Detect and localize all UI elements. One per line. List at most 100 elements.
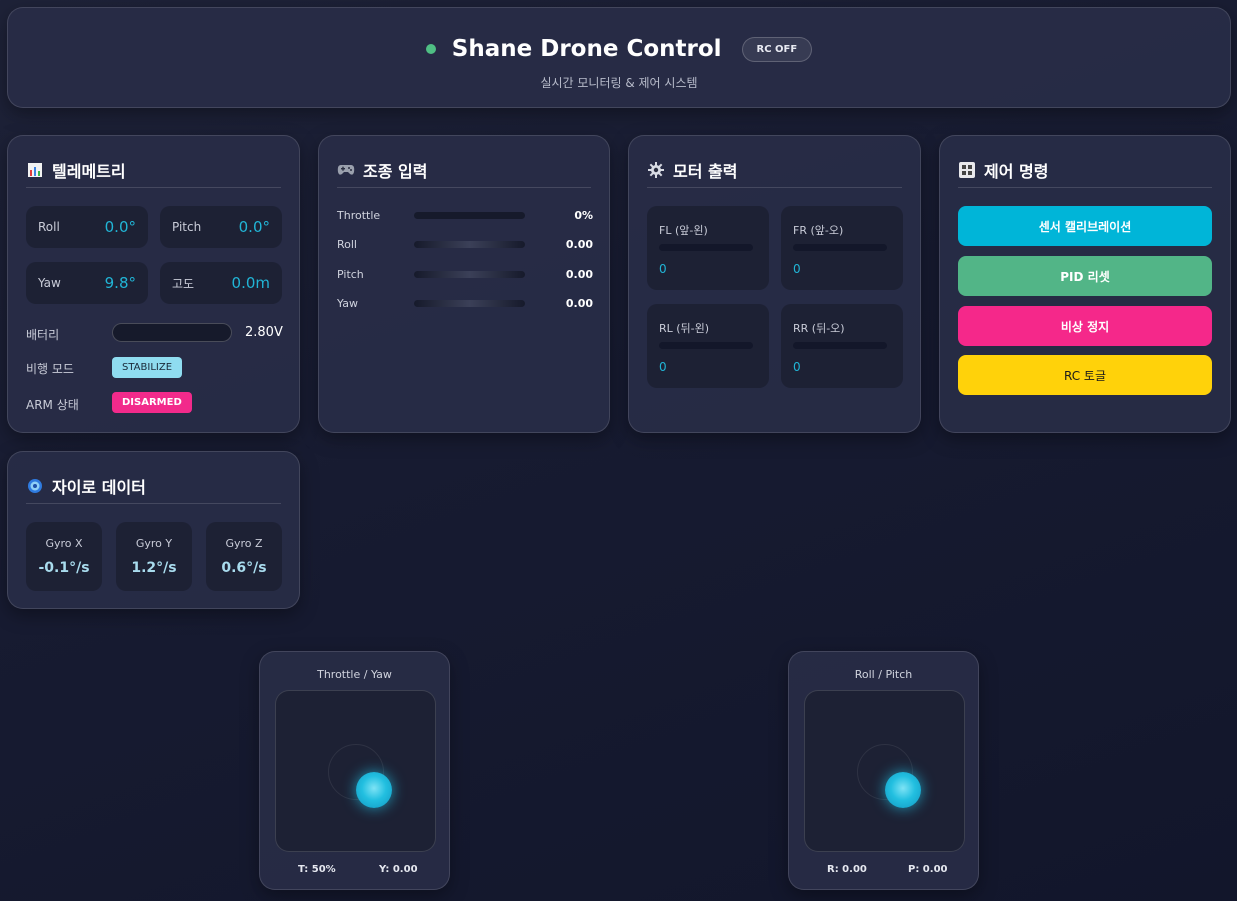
gyro-x-label: Gyro X bbox=[45, 537, 83, 550]
roll-readout: Roll 0.0° bbox=[26, 206, 148, 248]
roll-input-row: Roll 0.00 bbox=[337, 236, 593, 252]
gyro-z-readout: Gyro Z 0.6°/s bbox=[206, 522, 282, 591]
control-panel-icon bbox=[958, 161, 976, 179]
yaw-label: Yaw bbox=[38, 276, 61, 290]
flight-mode-badge: STABILIZE bbox=[112, 357, 183, 378]
gyro-title-text: 자이로 데이터 bbox=[52, 478, 146, 497]
gyro-x-value: -0.1°/s bbox=[38, 560, 90, 576]
commands-title-text: 제어 명령 bbox=[984, 162, 1049, 181]
emergency-stop-button[interactable]: 비상 정지 bbox=[958, 306, 1212, 346]
app-subtitle: 실시간 모니터링 & 제어 시스템 bbox=[540, 76, 698, 90]
yaw-input-value: 0.00 bbox=[565, 296, 593, 310]
gyro-y-value: 1.2°/s bbox=[131, 560, 177, 576]
yaw-input-bar bbox=[414, 299, 525, 307]
motor-fl-value: 0 bbox=[659, 262, 667, 276]
gyro-z-label: Gyro Z bbox=[225, 537, 263, 550]
yaw-value: 9.8° bbox=[104, 274, 136, 292]
roll-input-label: Roll bbox=[337, 237, 357, 251]
motor-rr-value: 0 bbox=[793, 360, 801, 374]
roll-label: Roll bbox=[38, 220, 60, 234]
altitude-label: 고도 bbox=[172, 276, 195, 291]
motor-output-title-text: 모터 출력 bbox=[673, 162, 738, 181]
bar-chart-icon bbox=[26, 161, 44, 179]
pitch-label: Pitch bbox=[172, 220, 202, 234]
commands-panel: 제어 명령 센서 캘리브레이션 PID 리셋 비상 정지 RC 토글 bbox=[939, 135, 1231, 433]
roll-input-value: 0.00 bbox=[565, 237, 593, 251]
roll-input-bar bbox=[414, 240, 525, 248]
motor-fr-value: 0 bbox=[793, 262, 801, 276]
yaw-readout: Yaw 9.8° bbox=[26, 262, 148, 304]
throttle-input-row: Throttle 0% bbox=[337, 207, 593, 223]
throttle-yaw-joystick-title: Throttle / Yaw bbox=[317, 668, 392, 681]
pitch-input-row: Pitch 0.00 bbox=[337, 266, 593, 282]
motor-rl-value: 0 bbox=[659, 360, 667, 374]
header-panel: Shane Drone Control RC OFF 실시간 모니터링 & 제어… bbox=[7, 7, 1231, 108]
yaw-input-label: Yaw bbox=[337, 296, 358, 310]
arm-state-badge: DISARMED bbox=[112, 392, 192, 413]
motor-fr-label: FR (앞-오) bbox=[793, 224, 844, 237]
control-input-panel: 조종 입력 Throttle 0% Roll 0.00 Pitch 0.00 Y… bbox=[318, 135, 610, 433]
divider bbox=[337, 187, 591, 188]
control-input-title-text: 조종 입력 bbox=[363, 162, 428, 181]
motor-output-panel: 모터 출력 FL (앞-왼) 0 FR (앞-오) 0 RL (뒤-왼) 0 R… bbox=[628, 135, 921, 433]
motor-fl-bar bbox=[659, 244, 753, 251]
throttle-yaw-joystick-pad[interactable] bbox=[275, 690, 436, 852]
battery-value: 2.80V bbox=[245, 325, 283, 340]
motor-output-title: 모터 출력 bbox=[647, 158, 737, 182]
motor-rl: RL (뒤-왼) 0 bbox=[647, 304, 769, 388]
roll-pitch-joystick-panel: Roll / Pitch R: 0.00 P: 0.00 bbox=[788, 651, 979, 890]
roll-pitch-joystick-pad[interactable] bbox=[804, 690, 965, 852]
divider bbox=[26, 503, 281, 504]
throttle-yaw-joystick-knob[interactable] bbox=[356, 772, 392, 808]
motor-rr-label: RR (뒤-오) bbox=[793, 322, 845, 335]
gamepad-icon bbox=[337, 161, 355, 179]
throttle-readout: T: 50% bbox=[298, 864, 336, 875]
roll-pitch-joystick-knob[interactable] bbox=[885, 772, 921, 808]
gyro-y-readout: Gyro Y 1.2°/s bbox=[116, 522, 192, 591]
pitch-value: 0.0° bbox=[238, 218, 270, 236]
battery-label: 배터리 bbox=[26, 328, 60, 342]
motor-fl-label: FL (앞-왼) bbox=[659, 224, 708, 237]
altitude-readout: 고도 0.0m bbox=[160, 262, 282, 304]
throttle-label: Throttle bbox=[337, 208, 381, 222]
yaw-input-row: Yaw 0.00 bbox=[337, 295, 593, 311]
altitude-value: 0.0m bbox=[231, 274, 270, 292]
battery-bar bbox=[112, 323, 232, 342]
pitch-input-bar bbox=[414, 270, 525, 278]
rc-toggle-button[interactable]: RC 토글 bbox=[958, 355, 1212, 395]
gyro-icon bbox=[26, 477, 44, 495]
yaw-readout-joystick: Y: 0.00 bbox=[379, 864, 418, 875]
motor-rl-label: RL (뒤-왼) bbox=[659, 322, 710, 335]
pitch-readout: Pitch 0.0° bbox=[160, 206, 282, 248]
pitch-readout-joystick: P: 0.00 bbox=[908, 864, 948, 875]
divider bbox=[647, 187, 902, 188]
telemetry-title-text: 텔레메트리 bbox=[52, 162, 126, 181]
gear-icon bbox=[647, 161, 665, 179]
commands-title: 제어 명령 bbox=[958, 158, 1048, 182]
telemetry-panel: 텔레메트리 Roll 0.0° Pitch 0.0° Yaw 9.8° 고도 0… bbox=[7, 135, 300, 433]
telemetry-title: 텔레메트리 bbox=[26, 158, 126, 182]
arm-state-label: ARM 상태 bbox=[26, 398, 79, 412]
sensor-calibration-button[interactable]: 센서 캘리브레이션 bbox=[958, 206, 1212, 246]
gyro-y-label: Gyro Y bbox=[135, 537, 173, 550]
throttle-bar bbox=[414, 211, 525, 219]
throttle-yaw-joystick-panel: Throttle / Yaw T: 50% Y: 0.00 bbox=[259, 651, 450, 890]
roll-readout-joystick: R: 0.00 bbox=[827, 864, 867, 875]
roll-value: 0.0° bbox=[104, 218, 136, 236]
gyro-z-value: 0.6°/s bbox=[221, 560, 267, 576]
gyro-title: 자이로 데이터 bbox=[26, 474, 146, 498]
motor-fr: FR (앞-오) 0 bbox=[781, 206, 903, 290]
gyro-panel: 자이로 데이터 Gyro X -0.1°/s Gyro Y 1.2°/s Gyr… bbox=[7, 451, 300, 609]
connection-status-dot bbox=[425, 44, 436, 54]
motor-rl-bar bbox=[659, 342, 753, 349]
divider bbox=[958, 187, 1212, 188]
pitch-input-value: 0.00 bbox=[565, 267, 593, 281]
motor-fr-bar bbox=[793, 244, 887, 251]
rc-status-badge: RC OFF bbox=[741, 36, 813, 62]
motor-fl: FL (앞-왼) 0 bbox=[647, 206, 769, 290]
pid-reset-button[interactable]: PID 리셋 bbox=[958, 256, 1212, 296]
pitch-input-label: Pitch bbox=[337, 267, 364, 281]
flight-mode-label: 비행 모드 bbox=[26, 362, 74, 376]
motor-rr-bar bbox=[793, 342, 887, 349]
divider bbox=[26, 187, 281, 188]
